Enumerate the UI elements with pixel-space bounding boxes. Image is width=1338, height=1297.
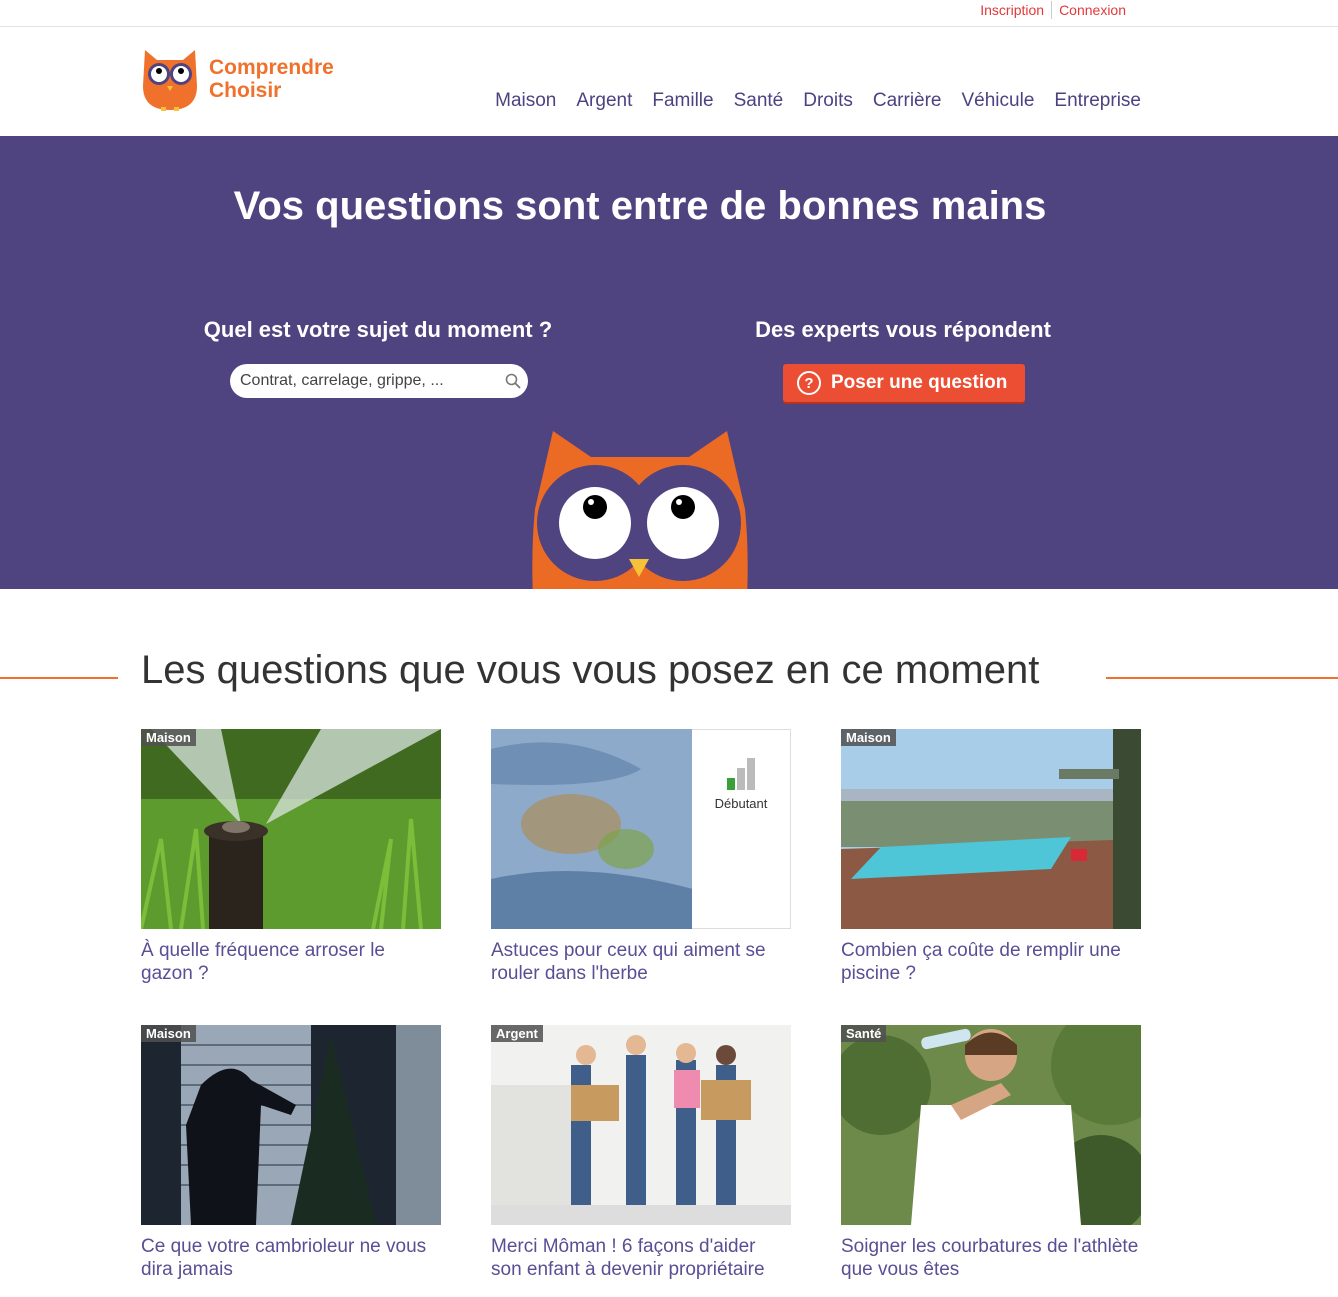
article-title[interactable]: Combien ça coûte de remplir une piscine … xyxy=(841,939,1141,985)
site-header: Comprendre Choisir Maison Argent Famille… xyxy=(0,27,1338,136)
moving-boxes-people-image[interactable]: Argent xyxy=(491,1025,791,1225)
nav-sante[interactable]: Santé xyxy=(734,90,784,112)
hero-title: Vos questions sont entre de bonnes mains xyxy=(233,184,1047,228)
topic-heading: Quel est votre sujet du moment ? xyxy=(203,317,553,342)
nav-maison[interactable]: Maison xyxy=(495,90,556,112)
search-placeholder: Contrat, carrelage, grippe, ... xyxy=(240,372,444,389)
article-card[interactable]: Maison Combien ça coûte de remplir une p… xyxy=(841,729,1141,985)
divider-right xyxy=(1106,677,1338,679)
nav-entreprise[interactable]: Entreprise xyxy=(1054,90,1141,112)
experts-heading: Des experts vous répondent xyxy=(755,317,1051,342)
nav-famille[interactable]: Famille xyxy=(652,90,713,112)
category-tag: Maison xyxy=(841,729,896,746)
article-card[interactable]: Santé Soigner les courbatures de l'athlè… xyxy=(841,1025,1141,1281)
article-title[interactable]: Merci Môman ! 6 façons d'aider son enfan… xyxy=(491,1235,791,1281)
burglar-silhouette-image[interactable]: Maison xyxy=(141,1025,441,1225)
signup-link[interactable]: Inscription xyxy=(973,1,1051,19)
lawn-sprinkler-image[interactable]: Maison xyxy=(141,729,441,929)
section-title: Les questions que vous vous posez en ce … xyxy=(141,648,1040,692)
nav-vehicule[interactable]: Véhicule xyxy=(962,90,1035,112)
ask-question-button[interactable]: ? Poser une question xyxy=(783,364,1025,402)
login-link[interactable]: Connexion xyxy=(1051,1,1133,19)
main-nav: Maison Argent Famille Santé Droits Carri… xyxy=(495,90,1141,112)
brand-name: Comprendre Choisir xyxy=(209,56,334,102)
woman-drinking-water-image[interactable]: Santé xyxy=(841,1025,1141,1225)
divider-left xyxy=(0,677,118,679)
account-links: Inscription Connexion xyxy=(973,1,1133,19)
article-title[interactable]: Ce que votre cambrioleur ne vous dira ja… xyxy=(141,1235,441,1281)
category-tag: Maison xyxy=(141,729,196,746)
difficulty-badge: Débutant xyxy=(692,729,791,929)
brand-line-2: Choisir xyxy=(209,79,282,102)
infinity-pool-image[interactable]: Maison xyxy=(841,729,1141,929)
category-tag: Santé xyxy=(841,1025,887,1042)
top-bar: Inscription Connexion xyxy=(0,0,1338,27)
article-card[interactable]: Maison À quelle fréquence arroser le gaz… xyxy=(141,729,441,985)
brand-line-1: Comprendre xyxy=(209,56,334,79)
article-card[interactable]: Débutant Astuces pour ceux qui aiment se… xyxy=(491,729,791,985)
article-title[interactable]: À quelle fréquence arroser le gazon ? xyxy=(141,939,441,985)
category-tag: Maison xyxy=(141,1025,196,1042)
article-title[interactable]: Astuces pour ceux qui aiment se rouler d… xyxy=(491,939,791,985)
nav-droits[interactable]: Droits xyxy=(803,90,853,112)
search-icon[interactable] xyxy=(498,373,528,389)
section-heading: Les questions que vous vous posez en ce … xyxy=(0,648,1338,708)
owl-mascot-icon xyxy=(532,431,748,589)
search-input[interactable]: Contrat, carrelage, grippe, ... xyxy=(230,364,528,398)
difficulty-label: Débutant xyxy=(714,796,768,811)
hero-banner: Vos questions sont entre de bonnes mains… xyxy=(0,136,1338,589)
article-title[interactable]: Soigner les courbatures de l'athlète que… xyxy=(841,1235,1141,1281)
owl-logo-icon xyxy=(143,50,197,111)
logo[interactable]: Comprendre Choisir xyxy=(141,46,334,112)
category-tag: Argent xyxy=(491,1025,543,1042)
article-card[interactable]: Argent Merci Môman ! 6 façons d'aider so… xyxy=(491,1025,791,1281)
nav-argent[interactable]: Argent xyxy=(576,90,632,112)
ask-question-label: Poser une question xyxy=(831,372,1008,393)
article-card[interactable]: Maison Ce que votre cambrioleur ne vous … xyxy=(141,1025,441,1281)
question-icon: ? xyxy=(797,371,821,395)
grass-stain-jeans-image[interactable]: Débutant xyxy=(491,729,791,929)
nav-carriere[interactable]: Carrière xyxy=(873,90,942,112)
difficulty-bars-icon xyxy=(727,758,755,790)
